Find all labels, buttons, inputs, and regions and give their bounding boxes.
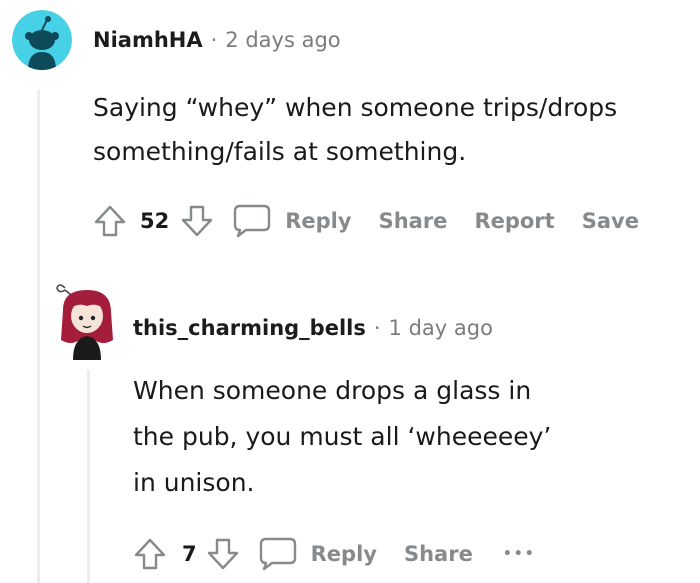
comment-body-line: something/fails at something.	[93, 137, 467, 166]
save-button[interactable]: Save	[582, 209, 639, 233]
reply-body-line: the pub, you must all ‘wheeeeey’	[133, 422, 552, 451]
timestamp[interactable]: 2 days ago	[225, 28, 340, 52]
comment-body: Saying “whey” when someone trips/drops s…	[93, 86, 617, 174]
reply-button[interactable]: Reply	[285, 209, 351, 233]
reply-body: When someone drops a glass in the pub, y…	[133, 368, 551, 506]
comment-bubble-icon[interactable]	[257, 534, 299, 574]
vote-count: 7	[182, 542, 197, 566]
vote-count: 52	[140, 209, 170, 233]
upvote-icon[interactable]	[90, 201, 130, 241]
reply-avatar[interactable]	[55, 280, 121, 360]
thread-line-reply[interactable]	[87, 370, 90, 583]
reply-body-line: When someone drops a glass in	[133, 376, 532, 405]
downvote-icon[interactable]	[203, 534, 243, 574]
comment-body-line: Saying “whey” when someone trips/drops	[93, 93, 618, 122]
snoo-avatar-icon	[12, 10, 72, 70]
reply-body-line: in unison.	[133, 468, 255, 497]
upvote-icon[interactable]	[130, 534, 170, 574]
report-button[interactable]: Report	[474, 209, 554, 233]
comment-meta: NiamhHA · 2 days ago	[93, 28, 341, 52]
user-avatar-icon	[56, 284, 113, 360]
username[interactable]: this_charming_bells	[133, 316, 366, 340]
thread-line-top-level[interactable]	[37, 90, 40, 583]
reply-button[interactable]: Reply	[311, 542, 377, 566]
share-button[interactable]: Share	[379, 209, 448, 233]
share-button[interactable]: Share	[404, 542, 473, 566]
comment-bubble-icon[interactable]	[231, 201, 273, 241]
meta-separator: ·	[373, 316, 381, 340]
meta-separator: ·	[210, 28, 218, 52]
username[interactable]: NiamhHA	[93, 28, 203, 52]
avatar[interactable]	[12, 10, 72, 70]
downvote-icon[interactable]	[177, 201, 217, 241]
timestamp[interactable]: 1 day ago	[389, 316, 493, 340]
reply-action-bar: 7 Reply Share •••	[130, 534, 536, 574]
more-options-button[interactable]: •••	[503, 546, 536, 562]
comment-action-bar: 52 Reply Share Report Save	[90, 201, 639, 241]
reply-meta: this_charming_bells · 1 day ago	[133, 316, 493, 340]
